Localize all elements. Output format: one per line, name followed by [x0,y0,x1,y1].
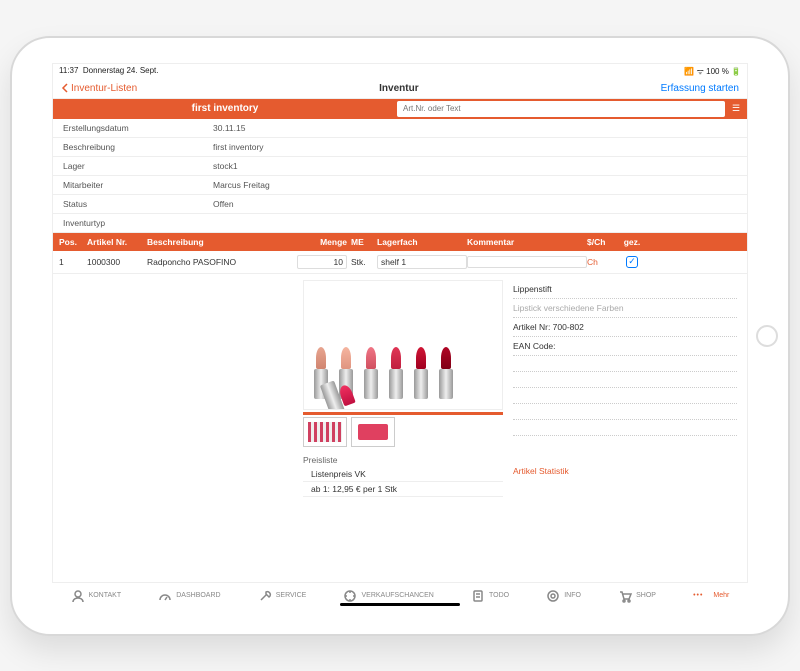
col-sch: $/Ch [587,237,617,247]
search-input[interactable] [397,101,725,117]
product-image[interactable] [303,280,503,410]
article-statistics-link[interactable]: Artikel Statistik [513,436,737,480]
pricelist-title: Preisliste [303,455,503,465]
gez-checkbox[interactable]: ✓ [626,256,638,268]
info-value: Marcus Freitag [213,180,737,190]
info-table: Erstellungsdatum30.11.15 Beschreibungfir… [53,119,747,233]
lager-input[interactable]: shelf 1 [377,255,467,269]
thumbnail[interactable] [303,417,347,447]
info-value: stock1 [213,161,737,171]
info-label: Inventurtyp [63,218,213,228]
col-menge: Menge [297,237,347,247]
inventory-name: first inventory [53,103,397,114]
detail-empty [513,356,737,372]
grid-header: Pos. Artikel Nr. Beschreibung Menge ME L… [53,233,747,251]
detail-empty [513,420,737,436]
info-label: Erstellungsdatum [63,123,213,133]
col-desc: Beschreibung [147,237,297,247]
info-label: Status [63,199,213,209]
cell-pos: 1 [59,257,87,267]
cell-me: Stk. [347,257,377,267]
nav-service[interactable]: SERVICE [258,589,307,603]
info-value: first inventory [213,142,737,152]
target-icon [343,589,357,603]
info-label: Lager [63,161,213,171]
detail-name: Lippenstift [513,280,737,299]
detail-artnr: Artikel Nr: 700-802 [513,318,737,337]
nav-dashboard[interactable]: DASHBOARD [158,589,220,603]
page-title: Inventur [379,83,418,94]
col-lager: Lagerfach [377,237,467,247]
home-button[interactable] [756,325,778,347]
info-value: Offen [213,199,737,209]
status-time: 11:37 Donnerstag 24. Sept. [59,66,159,77]
info-value [213,218,737,228]
nav-kontakt[interactable]: KONTAKT [71,589,122,603]
nav-info[interactable]: INFO [546,589,581,603]
menge-input[interactable]: 10 [297,255,347,269]
cell-ch[interactable]: Ch [587,257,617,267]
col-komm: Kommentar [467,237,587,247]
shop-icon [618,589,632,603]
status-bar: 11:37 Donnerstag 24. Sept. 📶 ᯤ 100 % 🔋 [53,64,747,79]
app-screen: 11:37 Donnerstag 24. Sept. 📶 ᯤ 100 % 🔋 I… [52,63,748,609]
info-label: Mitarbeiter [63,180,213,190]
col-artnr: Artikel Nr. [87,237,147,247]
nav-bar: Inventur-Listen Inventur Erfassung start… [53,79,747,99]
info-value: 30.11.15 [213,123,737,133]
nav-shop[interactable]: SHOP [618,589,656,603]
ipad-frame: 11:37 Donnerstag 24. Sept. 📶 ᯤ 100 % 🔋 I… [10,36,790,636]
cell-desc: Radponcho PASOFINO [147,257,297,267]
title-row: first inventory ☰ [53,99,747,119]
status-right: 📶 ᯤ 100 % 🔋 [684,66,741,77]
service-icon [258,589,272,603]
pricelist-line: ab 1: 12,95 € per 1 Stk [303,482,503,497]
kommentar-input[interactable] [467,256,587,268]
dashboard-icon [158,589,172,603]
detail-empty [513,404,737,420]
detail-ean: EAN Code: [513,337,737,356]
detail-empty [513,388,737,404]
cell-artnr: 1000300 [87,257,147,267]
start-capture-button[interactable]: Erfassung starten [661,83,739,94]
detail-empty [513,372,737,388]
todo-icon [471,589,485,603]
detail-panel: Preisliste Listenpreis VK ab 1: 12,95 € … [53,274,747,497]
nav-more[interactable]: ••• Mehr [693,592,729,599]
home-indicator[interactable] [340,603,460,606]
menu-icon[interactable]: ☰ [725,103,747,114]
table-row[interactable]: 1 1000300 Radponcho PASOFINO 10 Stk. she… [53,251,747,274]
col-pos: Pos. [59,237,87,247]
contact-icon [71,589,85,603]
pricelist-line: Listenpreis VK [303,467,503,482]
info-icon [546,589,560,603]
nav-verkaufschancen[interactable]: VERKAUFSCHANCEN [343,589,433,603]
col-me: ME [347,237,377,247]
chevron-left-icon [61,83,69,93]
pricelist: Preisliste Listenpreis VK ab 1: 12,95 € … [303,455,503,497]
info-label: Beschreibung [63,142,213,152]
back-button[interactable]: Inventur-Listen [61,83,137,94]
more-icon: ••• [693,592,703,599]
col-gez: gez. [617,237,647,247]
detail-sub: Lipstick verschiedene Farben [513,299,737,318]
thumbnail[interactable] [351,417,395,447]
nav-todo[interactable]: TODO [471,589,509,603]
